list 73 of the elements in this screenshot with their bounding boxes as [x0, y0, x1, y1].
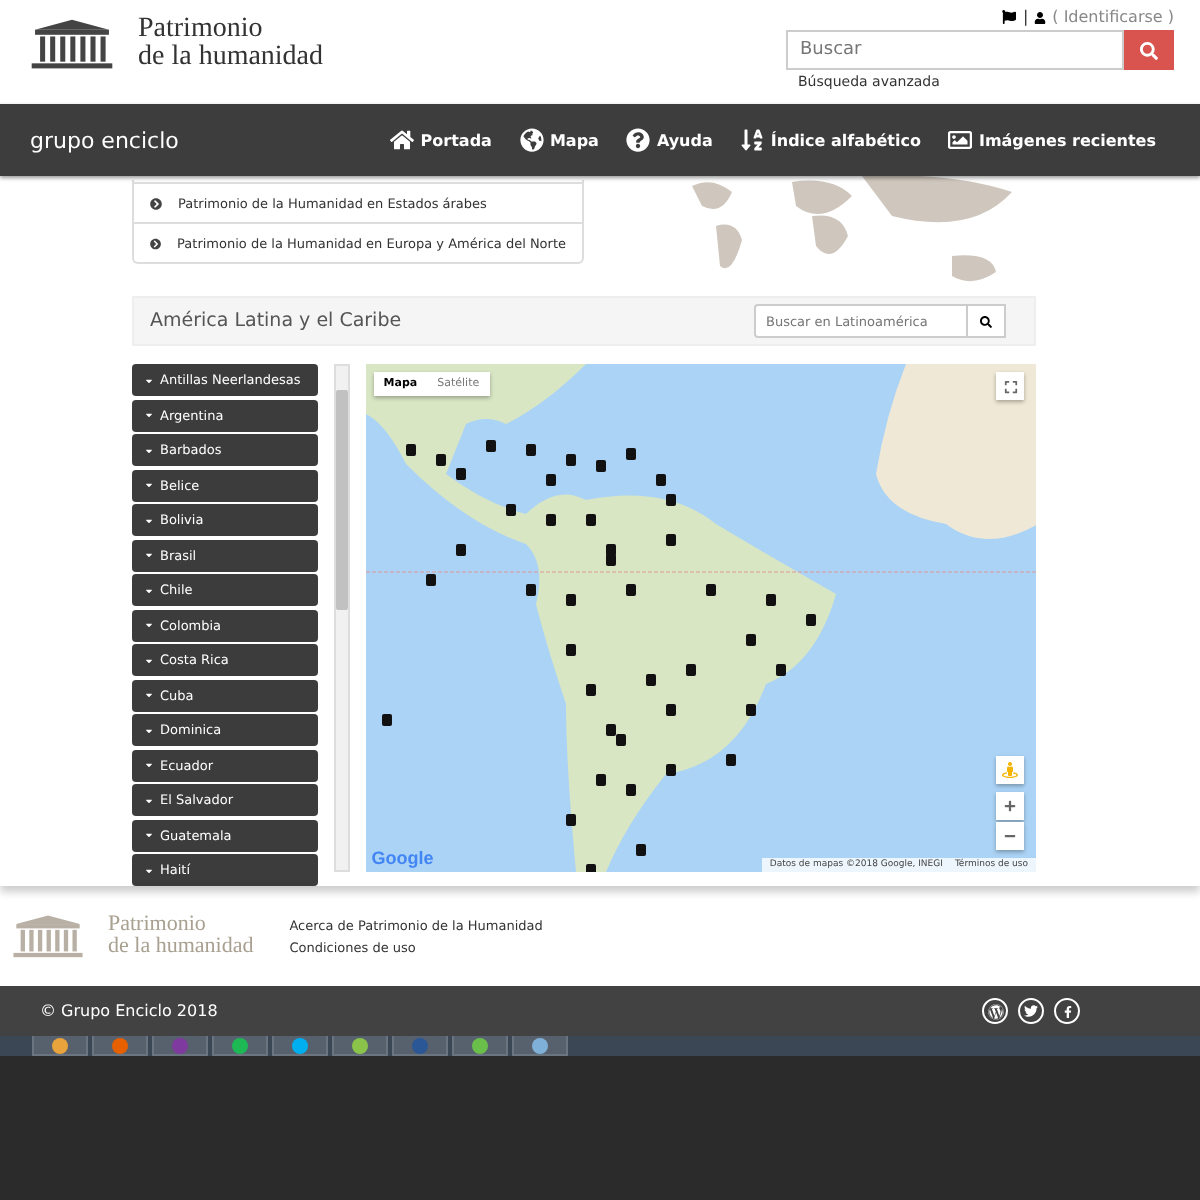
taskbar-button[interactable]	[152, 1036, 208, 1056]
taskbar-button[interactable]	[392, 1036, 448, 1056]
app-icon	[532, 1037, 548, 1053]
wordpress-glyph	[987, 1003, 1003, 1019]
caret-icon	[144, 480, 154, 490]
site-logo-text: Patrimonio de la humanidad	[138, 16, 324, 72]
twitter-icon[interactable]	[1018, 998, 1044, 1024]
bird-glyph	[1024, 1004, 1038, 1018]
zoom-in-button[interactable]	[996, 792, 1024, 820]
facebook-glyph	[1061, 1005, 1073, 1017]
taskbar-button[interactable]	[212, 1036, 268, 1056]
nav-link[interactable]: Ayuda	[626, 128, 713, 152]
caret-icon	[144, 620, 154, 630]
nav-link[interactable]: Portada	[390, 128, 492, 152]
region-search-button[interactable]	[968, 304, 1006, 338]
sort-alpha-icon	[740, 128, 765, 152]
fullscreen-icon	[1003, 379, 1017, 393]
taskbar-button[interactable]	[512, 1036, 568, 1056]
separator-text: |	[1022, 8, 1029, 26]
taskbar-button[interactable]	[32, 1036, 88, 1056]
taskbar-button[interactable]	[332, 1036, 388, 1056]
taskbar-button[interactable]	[272, 1036, 328, 1056]
caret-icon	[144, 655, 154, 665]
caret-icon	[144, 410, 154, 420]
panel-title: América Latina y el Caribe	[150, 310, 402, 332]
home-icon	[390, 128, 415, 152]
app-icon	[112, 1037, 128, 1053]
app-icon	[232, 1037, 248, 1053]
scrollbar[interactable]	[333, 364, 350, 872]
temple-logo-icon	[12, 913, 84, 959]
fullscreen-button[interactable]	[996, 372, 1024, 400]
caret-icon	[144, 725, 154, 735]
wordpress-icon[interactable]	[982, 998, 1008, 1024]
caret-icon	[144, 865, 154, 875]
nav-link[interactable]: Imágenes recientes	[948, 128, 1156, 152]
taskbar-button[interactable]	[452, 1036, 508, 1056]
caret-icon	[144, 690, 154, 700]
app-icon	[472, 1037, 488, 1053]
search-icon	[980, 315, 992, 327]
person-icon	[1002, 762, 1018, 778]
caret-icon	[144, 550, 154, 560]
copyright-text: © Grupo Enciclo 2018	[40, 1002, 218, 1020]
nav-link[interactable]: Índice alfabético	[740, 128, 921, 152]
globe-icon	[519, 128, 544, 152]
temple-logo-icon	[30, 17, 114, 71]
footer-logo-text: Patrimonio de la humanidad	[108, 914, 254, 958]
flag-icon[interactable]	[1002, 10, 1017, 24]
caret-icon	[144, 795, 154, 805]
search-button[interactable]	[1124, 30, 1174, 70]
taskbar-button[interactable]	[92, 1036, 148, 1056]
google-logo: Google	[371, 848, 434, 868]
caret-icon	[144, 375, 154, 385]
caret-icon	[144, 760, 154, 770]
search-icon	[1140, 41, 1158, 59]
brand-text[interactable]: grupo enciclo	[30, 127, 179, 153]
app-icon	[292, 1037, 308, 1053]
app-icon	[412, 1037, 428, 1053]
zoom-out-button[interactable]	[996, 822, 1024, 850]
facebook-icon[interactable]	[1054, 998, 1080, 1024]
login-link[interactable]: ( Identificarse )	[1052, 8, 1174, 26]
user-icon	[1034, 11, 1047, 23]
caret-icon	[144, 445, 154, 455]
minus-icon	[1004, 830, 1016, 842]
image-icon	[948, 128, 973, 152]
caret-icon	[144, 830, 154, 840]
app-icon	[172, 1037, 188, 1053]
help-icon	[626, 128, 651, 152]
caret-icon	[144, 585, 154, 595]
app-icon	[352, 1037, 368, 1053]
plus-icon	[1004, 800, 1016, 812]
caret-icon	[144, 515, 154, 525]
nav-link[interactable]: Mapa	[519, 128, 599, 152]
app-icon	[52, 1037, 68, 1053]
